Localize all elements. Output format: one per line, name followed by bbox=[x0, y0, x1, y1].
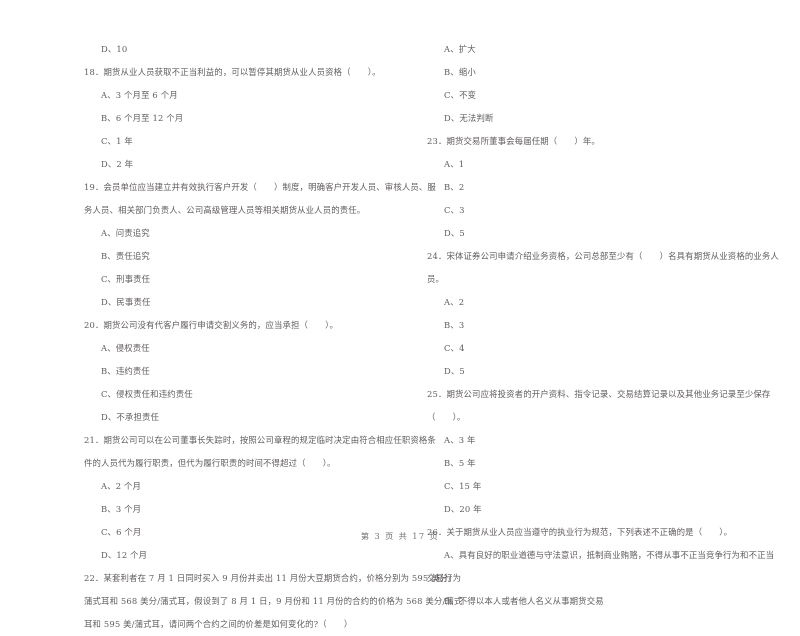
question-stem: 23．期货交易所董事会每届任期（ ）年。 bbox=[427, 136, 600, 146]
answer-option: A、3 个月至 6 个月 bbox=[101, 90, 178, 100]
question-stem-continuation: 蒲式耳和 568 美分/蒲式耳，假设到了 8 月 1 日，9 月份和 11 月份… bbox=[84, 596, 463, 606]
page-footer: 第 3 页 共 17 页 bbox=[360, 531, 440, 541]
question-stem-continuation: （ ）。 bbox=[427, 412, 466, 422]
answer-option: B、缩小 bbox=[444, 67, 476, 77]
answer-option: A、扩大 bbox=[444, 44, 476, 54]
answer-option: B、违约责任 bbox=[101, 366, 150, 376]
answer-option: C、3 bbox=[444, 205, 465, 215]
question-stem-continuation: 件的人员代为履行职责，但代为履行职责的时间不得超过（ ）。 bbox=[84, 458, 336, 468]
answer-option: A、侵权责任 bbox=[101, 343, 150, 353]
answer-option: D、无法判断 bbox=[444, 113, 494, 123]
document-page: D、10 18．期货从业人员获取不正当利益的，可以暂停其期货从业人员资格（ ）。 A… bbox=[0, 0, 800, 629]
answer-option: A、2 个月 bbox=[101, 481, 142, 491]
answer-option: B、3 bbox=[444, 320, 465, 330]
question-stem-continuation: 务人员、相关部门负责人、公司高级管理人员等相关期货从业人员的责任。 bbox=[84, 205, 366, 215]
answer-option: C、刑事责任 bbox=[101, 274, 151, 284]
question-stem-continuation: 耳和 595 美/蒲式耳，请问两个合约之间的价差是如何变化的?（ ） bbox=[84, 619, 353, 629]
answer-option: C、不变 bbox=[444, 90, 477, 100]
answer-option: A、问责追究 bbox=[101, 228, 150, 238]
answer-option: C、1 年 bbox=[101, 136, 133, 146]
question-stem-continuation: 员。 bbox=[427, 274, 445, 284]
answer-option: B、2 bbox=[444, 182, 465, 192]
answer-option: C、4 bbox=[444, 343, 465, 353]
answer-option-continuation: 交易行为 bbox=[427, 573, 462, 583]
question-stem: 25．期货公司应将投资者的开户资料、指令记录、交易结算记录以及其他业务记录至少保… bbox=[427, 389, 771, 399]
question-stem: 20．期货公司没有代客户履行申请交割义务的，应当承担（ ）。 bbox=[84, 320, 338, 330]
answer-option: B、不得以本人或者他人名义从事期货交易 bbox=[444, 596, 604, 606]
question-stem: 22．某套利者在 7 月 1 日同时买入 9 月份并卖出 11 月份大豆期货合约… bbox=[84, 573, 452, 583]
answer-option: C、侵权责任和违约责任 bbox=[101, 389, 193, 399]
question-stem: 18．期货从业人员获取不正当利益的，可以暂停其期货从业人员资格（ ）。 bbox=[84, 67, 381, 77]
answer-option: A、2 bbox=[444, 297, 465, 307]
answer-option: D、20 年 bbox=[444, 504, 482, 514]
question-stem: 19．会员单位应当建立并有效执行客户开发（ ）制度，明确客户开发人员、审核人员、… bbox=[84, 182, 436, 192]
answer-option: B、5 年 bbox=[444, 458, 476, 468]
answer-option: B、责任追究 bbox=[101, 251, 150, 261]
right-text-column: A、扩大 B、缩小 C、不变 D、无法判断 23．期货交易所董事会每届任期（ ）年。 A、… bbox=[427, 38, 779, 613]
answer-option: A、具有良好的职业道德与守法意识，抵制商业贿赂，不得从事不正当竞争行为和不正当 bbox=[444, 550, 775, 560]
question-stem: 24．宋体证券公司申请介绍业务资格，公司总部至少有（ ）名具有期货从业资格的业务… bbox=[427, 251, 779, 261]
answer-option: C、15 年 bbox=[444, 481, 482, 491]
answer-option: B、6 个月至 12 个月 bbox=[101, 113, 184, 123]
answer-option: D、2 年 bbox=[101, 159, 134, 169]
answer-option: D、5 bbox=[444, 366, 465, 376]
answer-option: D、12 个月 bbox=[101, 550, 148, 560]
answer-option: D、10 bbox=[101, 44, 128, 54]
answer-option: A、1 bbox=[444, 159, 465, 169]
left-text-column: D、10 18．期货从业人员获取不正当利益的，可以暂停其期货从业人员资格（ ）。 A… bbox=[84, 38, 463, 636]
answer-option: A、3 年 bbox=[444, 435, 476, 445]
question-stem: 21．期货公司可以在公司董事长失踪时，按照公司章程的规定临时决定由符合相应任职资… bbox=[84, 435, 436, 445]
answer-option: D、不承担责任 bbox=[101, 412, 160, 422]
answer-option: D、民事责任 bbox=[101, 297, 151, 307]
answer-option: B、3 个月 bbox=[101, 504, 142, 514]
answer-option: D、5 bbox=[444, 228, 465, 238]
